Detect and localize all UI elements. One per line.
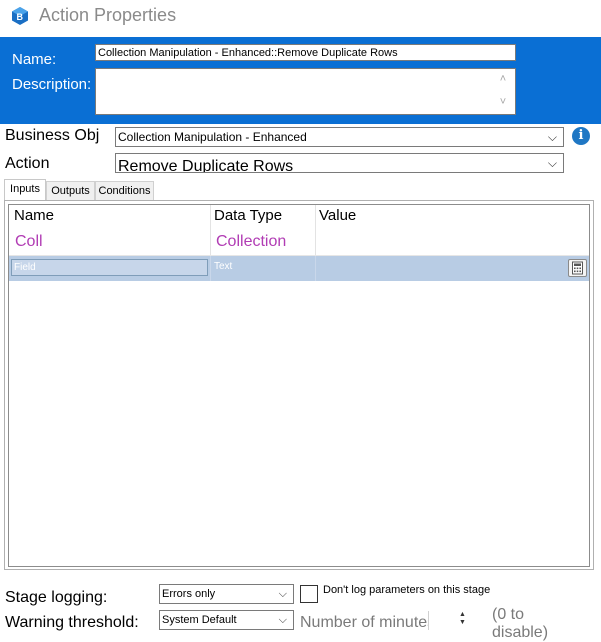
window-title: Action Properties (39, 5, 177, 25)
dont-log-parameters-checkbox[interactable] (300, 585, 318, 603)
column-header-value[interactable]: Value (319, 207, 356, 224)
calculator-icon (572, 261, 583, 275)
row-name-cell: Coll (15, 233, 43, 250)
row-type-cell: Text (214, 261, 233, 272)
tab-conditions[interactable]: Conditions (95, 181, 154, 200)
table-row-selected[interactable]: Field Text (9, 256, 589, 281)
column-header-data-type[interactable]: Data Type (214, 207, 282, 224)
warning-threshold-label: Warning threshold: (5, 614, 139, 631)
action-value: Remove Duplicate Rows (118, 158, 294, 173)
scroll-down-icon[interactable]: ˅ (491, 96, 515, 108)
chevron-down-icon: ⌵ (547, 130, 557, 144)
stage-logging-label: Stage logging: (5, 589, 108, 606)
name-label: Name: (12, 51, 57, 68)
warning-threshold-select[interactable]: System Default ⌵ (159, 610, 294, 630)
table-row[interactable]: Coll Collection (9, 227, 589, 256)
description-scrollbar[interactable]: ˄ ˅ (491, 69, 515, 114)
tab-inputs[interactable]: Inputs (4, 179, 46, 200)
chevron-down-icon: ⌵ (278, 614, 287, 626)
action-select[interactable]: Remove Duplicate Rows ⌵ (115, 153, 564, 173)
column-divider (210, 256, 211, 281)
properties-header: Name: Collection Manipulation - Enhanced… (0, 37, 601, 124)
description-label: Description: (12, 76, 92, 93)
stage-logging-select[interactable]: Errors only ⌵ (159, 584, 294, 604)
chevron-down-icon: ⌵ (278, 588, 287, 600)
business-object-value: Collection Manipulation - Enhanced (118, 130, 307, 144)
column-divider (315, 256, 316, 281)
field-name-input[interactable]: Field (11, 259, 208, 276)
minutes-spinner[interactable]: ▲ ▼ (428, 611, 473, 630)
spin-down-icon[interactable]: ▼ (459, 619, 466, 626)
info-icon[interactable]: i (572, 127, 590, 145)
threshold-hint: (0 to disable) (492, 606, 549, 641)
name-input[interactable]: Collection Manipulation - Enhanced::Remo… (95, 44, 516, 61)
title-bar: B Action Properties (0, 0, 601, 34)
warning-threshold-value: System Default (162, 614, 237, 626)
scroll-up-icon[interactable]: ˄ (491, 73, 515, 85)
spin-up-icon[interactable]: ▲ (459, 611, 466, 618)
stage-logging-value: Errors only (162, 588, 216, 600)
inputs-grid: Name Data Type Value Coll Collection Fie… (8, 204, 590, 567)
svg-text:B: B (17, 12, 24, 22)
inputs-panel: Name Data Type Value Coll Collection Fie… (4, 200, 594, 570)
expression-editor-button[interactable] (568, 259, 587, 277)
column-header-name[interactable]: Name (14, 207, 54, 224)
business-object-select[interactable]: Collection Manipulation - Enhanced ⌵ (115, 127, 564, 147)
business-object-label: Business Obj (5, 127, 100, 144)
blueprism-icon: B (12, 7, 28, 25)
chevron-down-icon: ⌵ (547, 156, 557, 170)
action-label: Action (5, 155, 50, 172)
row-type-cell: Collection (216, 233, 287, 250)
description-input[interactable]: ˄ ˅ (95, 68, 516, 115)
tab-outputs[interactable]: Outputs (46, 181, 95, 200)
number-of-minutes-placeholder: Number of minutes (300, 614, 436, 630)
dont-log-parameters-label: Don't log parameters on this stage (323, 584, 491, 596)
